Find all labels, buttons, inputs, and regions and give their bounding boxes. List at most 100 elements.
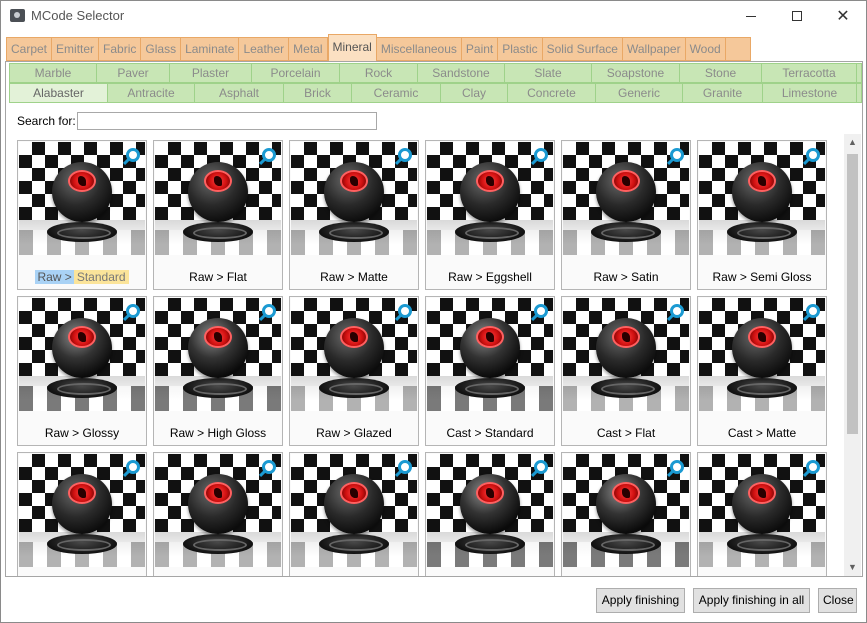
zoom-icon[interactable] [806,148,820,162]
zoom-icon[interactable] [806,304,820,318]
zoom-icon[interactable] [670,148,684,162]
subtab-sandstone[interactable]: Sandstone [418,64,505,82]
material-tile[interactable]: Raw > Flat [153,140,283,290]
material-sphere [732,474,792,534]
tab-fabric[interactable]: Fabric [99,38,142,60]
minimize-button[interactable] [728,1,774,31]
subtab-terracotta[interactable]: Terracotta [762,64,857,82]
close-window-button[interactable]: ✕ [820,1,866,31]
material-sphere [596,318,656,378]
material-tile[interactable]: Raw > Matte [289,140,419,290]
material-tile[interactable]: Raw > Semi Gloss [697,140,827,290]
sphere-stand [455,534,525,554]
material-tile[interactable] [697,452,827,576]
subtab-concrete[interactable]: Concrete [508,84,596,102]
material-tile[interactable] [17,452,147,576]
tab-wood[interactable]: Wood [686,38,726,60]
subtab-alabaster[interactable]: Alabaster [10,84,108,102]
subtab-clay[interactable]: Clay [441,84,508,102]
material-tile[interactable] [289,452,419,576]
material-tile[interactable]: Cast > Flat [561,296,691,446]
zoom-icon[interactable] [534,304,548,318]
tab-mineral[interactable]: Mineral [327,34,377,61]
subtab-paver[interactable]: Paver [97,64,170,82]
tab-metal[interactable]: Metal [289,38,328,60]
subtab-ceramic[interactable]: Ceramic [352,84,441,102]
subtab-antracite[interactable]: Antracite [108,84,195,102]
scrollbar-thumb[interactable] [847,154,858,434]
tab-wallpaper[interactable]: Wallpaper [623,38,686,60]
scroll-up-arrow-icon[interactable]: ▲ [844,134,861,151]
zoom-icon[interactable] [806,460,820,474]
tab-glass[interactable]: Glass [141,38,182,60]
subtab-rock[interactable]: Rock [340,64,418,82]
logo-icon [476,326,504,348]
vertical-scrollbar[interactable]: ▲ ▼ [844,134,861,576]
sphere-stand [591,534,661,554]
subtab-slate[interactable]: Slate [505,64,592,82]
zoom-icon[interactable] [534,148,548,162]
search-input[interactable] [77,112,377,130]
material-tile[interactable]: Raw > Eggshell [425,140,555,290]
subtab-brick[interactable]: Brick [284,84,352,102]
logo-icon [612,482,640,504]
zoom-icon[interactable] [670,304,684,318]
tab-leather[interactable]: Leather [239,38,290,60]
material-tile[interactable]: Raw > Glossy [17,296,147,446]
zoom-icon[interactable] [262,148,276,162]
zoom-icon[interactable] [126,148,140,162]
close-icon: ✕ [836,8,850,25]
zoom-icon[interactable] [534,460,548,474]
subtab-granite[interactable]: Granite [683,84,763,102]
zoom-icon[interactable] [398,148,412,162]
tab-laminate[interactable]: Laminate [181,38,240,60]
tab-paint[interactable]: Paint [462,38,499,60]
subtab-generic[interactable]: Generic [596,84,683,102]
material-tile[interactable]: Raw > Satin [561,140,691,290]
tab-solid-surface[interactable]: Solid Surface [543,38,623,60]
subtab-porcelain[interactable]: Porcelain [252,64,340,82]
subtab-limestone[interactable]: Limestone [763,84,857,102]
subtab-stone[interactable]: Stone [680,64,762,82]
material-tile[interactable]: Raw > Standard [17,140,147,290]
material-sphere [596,162,656,222]
tile-label: Raw > Satin [593,270,659,284]
maximize-button[interactable] [774,1,820,31]
material-tile[interactable] [425,452,555,576]
zoom-icon[interactable] [398,304,412,318]
logo-icon [476,170,504,192]
material-tile[interactable] [561,452,691,576]
subtab-asphalt[interactable]: Asphalt [195,84,284,102]
zoom-icon[interactable] [126,304,140,318]
logo-icon [748,170,776,192]
logo-icon [612,326,640,348]
material-tile[interactable]: Raw > High Gloss [153,296,283,446]
tile-label: Raw > Standard [18,270,146,284]
material-sphere [732,162,792,222]
subtab-soapstone[interactable]: Soapstone [592,64,680,82]
close-button[interactable]: Close [818,588,857,613]
scroll-down-arrow-icon[interactable]: ▼ [844,559,861,576]
tab-emitter[interactable]: Emitter [52,38,100,60]
material-tile[interactable] [153,452,283,576]
apply-finishing-in-all-button[interactable]: Apply finishing in all [693,588,810,613]
sphere-stand [47,222,117,242]
zoom-icon[interactable] [670,460,684,474]
material-tile[interactable]: Cast > Standard [425,296,555,446]
material-tile[interactable]: Raw > Glazed [289,296,419,446]
sphere-stand [183,378,253,398]
minimize-icon [746,15,756,17]
subtab-plaster[interactable]: Plaster [170,64,252,82]
material-tile[interactable]: Cast > Matte [697,296,827,446]
subtab-marble[interactable]: Marble [10,64,97,82]
zoom-icon[interactable] [398,460,412,474]
zoom-icon[interactable] [262,304,276,318]
tab-plastic[interactable]: Plastic [498,38,543,60]
material-sphere [52,162,112,222]
zoom-icon[interactable] [262,460,276,474]
zoom-icon[interactable] [126,460,140,474]
tab-miscellaneous[interactable]: Miscellaneous [377,38,462,60]
tab-carpet[interactable]: Carpet [7,38,53,60]
apply-finishing-button[interactable]: Apply finishing [596,588,685,613]
logo-icon [204,482,232,504]
